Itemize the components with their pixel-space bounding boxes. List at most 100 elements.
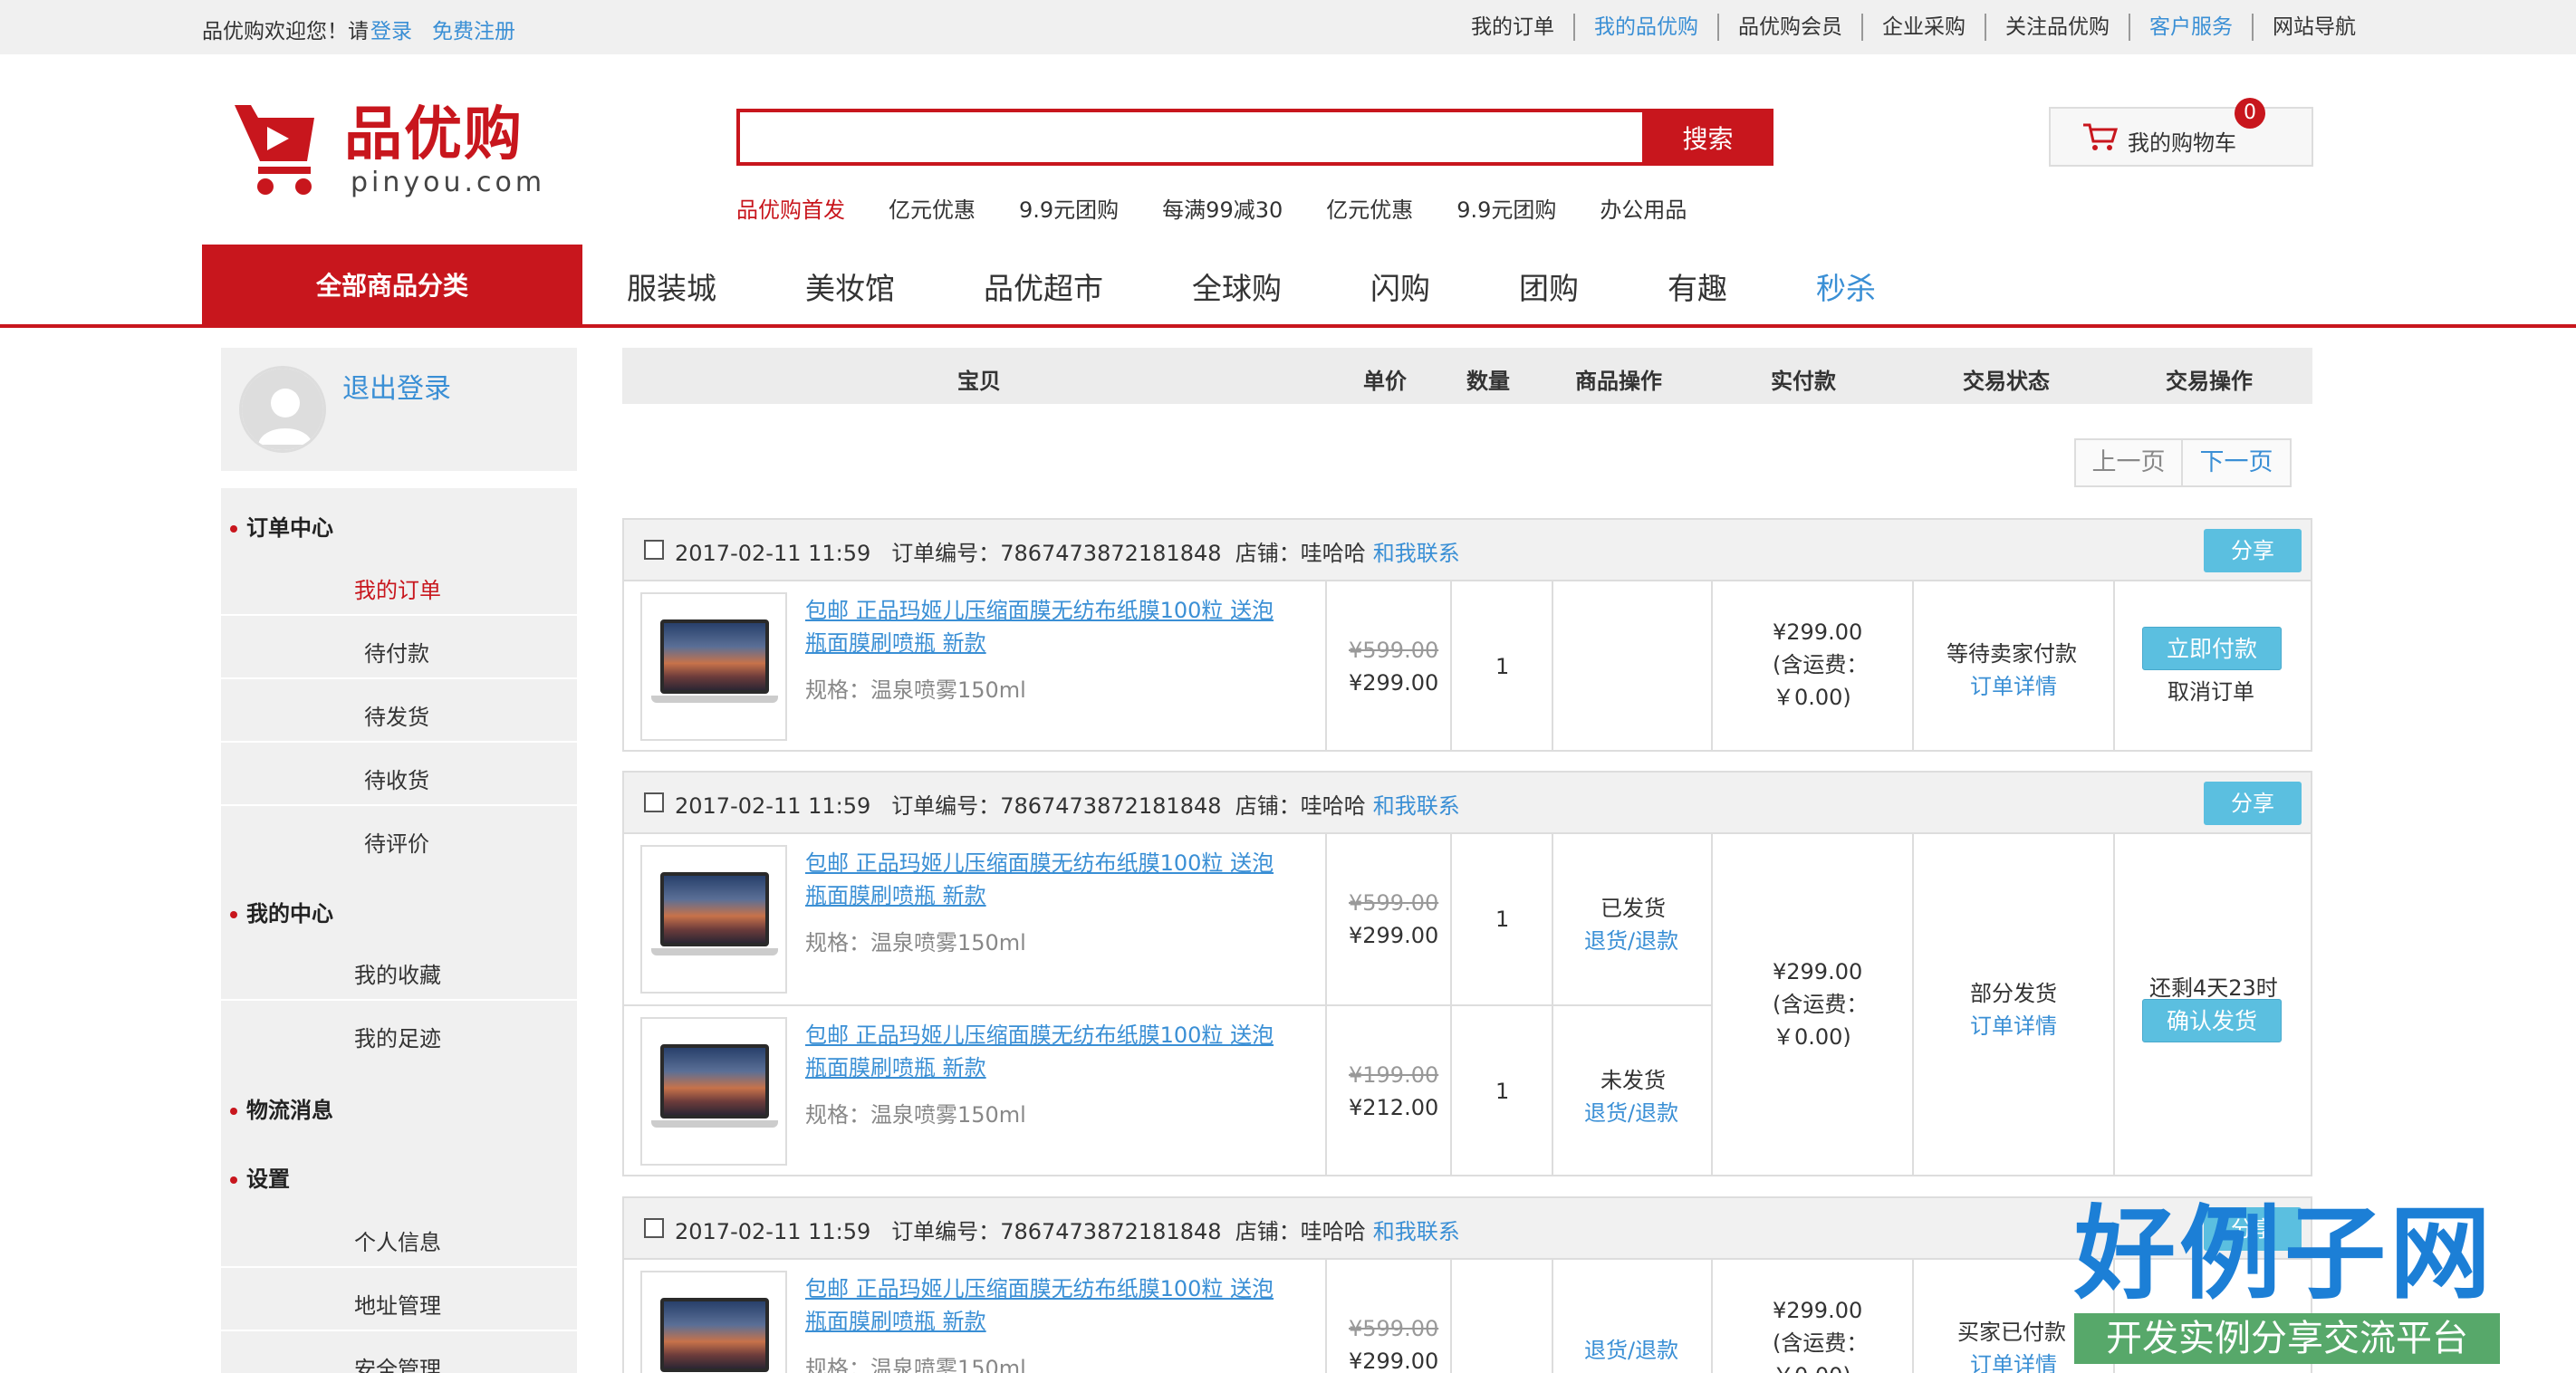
column-divider [1912, 580, 1914, 750]
order-number-label: 订单编号： [891, 541, 1001, 566]
product-spec: 规格：温泉喷雾150ml [805, 1102, 1026, 1128]
product-thumbnail[interactable] [640, 1017, 787, 1166]
column-header: 商品操作 [1575, 369, 1662, 394]
product-title-link[interactable]: 包邮 正品玛姬儿压缩面膜无纺布纸膜100粒 送泡瓶面膜刷喷瓶 新款 [805, 594, 1276, 659]
sidebar-item-profile[interactable]: 个人信息 [221, 1206, 577, 1268]
hot-keyword[interactable]: 每满99减30 [1162, 192, 1283, 224]
product-title-link[interactable]: 包邮 正品玛姬儿压缩面膜无纺布纸膜100粒 送泡瓶面膜刷喷瓶 新款 [805, 1272, 1276, 1338]
order-status: 买家已付款 [1957, 1320, 2066, 1345]
confirm-shipment-button[interactable]: 确认发货 [2142, 999, 2282, 1042]
bullet-icon [230, 911, 237, 918]
product-title-link[interactable]: 包邮 正品玛姬儿压缩面膜无纺布纸膜100粒 送泡瓶面膜刷喷瓶 新款 [805, 1019, 1276, 1084]
order-detail-link[interactable]: 订单详情 [1970, 1347, 2057, 1373]
top-nav-enterprise[interactable]: 企业采购 [1861, 14, 1985, 41]
nav-link[interactable]: 有趣 [1668, 264, 1727, 308]
login-link[interactable]: 登录 [370, 20, 412, 43]
search-button[interactable]: 搜索 [1642, 109, 1773, 166]
hot-keyword[interactable]: 9.9元团购 [1019, 192, 1119, 224]
share-button[interactable]: 分享 [2204, 529, 2302, 572]
item-status: 未发货 [1600, 1068, 1666, 1093]
unit-price: ¥299.00 [1349, 670, 1439, 696]
top-nav-my-pinyou[interactable]: 我的品优购 [1573, 14, 1717, 41]
sidebar-item-footprints[interactable]: 我的足迹 [221, 1003, 577, 1064]
cart-button[interactable]: 我的购物车 0 [2049, 98, 2313, 167]
laptop-image [660, 1044, 769, 1119]
nav-link-seckill[interactable]: 秒杀 [1816, 264, 1876, 308]
sidebar-item-pending-payment[interactable]: 待付款 [221, 618, 577, 679]
paid-amount-block: ¥299.00 (含运费： ￥0.00) [1773, 616, 1868, 714]
hot-keyword[interactable]: 亿元优惠 [1326, 192, 1413, 224]
hot-keyword[interactable]: 办公用品 [1600, 192, 1687, 224]
pay-now-button[interactable]: 立即付款 [2142, 627, 2282, 670]
logout-link[interactable]: 退出登录 [342, 366, 451, 406]
top-nav-follow[interactable]: 关注品优购 [1985, 14, 2129, 41]
contact-seller-link[interactable]: 和我联系 [1373, 793, 1460, 819]
share-button[interactable]: 分享 [2204, 782, 2302, 825]
sidebar-item-address[interactable]: 地址管理 [221, 1270, 577, 1331]
contact-seller-link[interactable]: 和我联系 [1373, 1219, 1460, 1244]
product-thumbnail[interactable] [640, 845, 787, 994]
watermark-badge: 好例子网 开发实例分享交流平台 [2074, 1195, 2509, 1373]
top-nav-site-map[interactable]: 网站导航 [2252, 14, 2375, 41]
cancel-order-link[interactable]: 取消订单 [2167, 674, 2254, 706]
sidebar-item-label: 待发货 [364, 705, 429, 730]
sidebar-item-pending-shipment[interactable]: 待发货 [221, 681, 577, 743]
hot-keyword[interactable]: 9.9元团购 [1456, 192, 1556, 224]
cart-label: 我的购物车 [2128, 130, 2236, 156]
prev-page-button[interactable]: 上一页 [2074, 438, 2183, 487]
column-divider [1912, 832, 1914, 1175]
product-title-link[interactable]: 包邮 正品玛姬儿压缩面膜无纺布纸膜100粒 送泡瓶面膜刷喷瓶 新款 [805, 847, 1276, 912]
refund-link[interactable]: 退货/退款 [1584, 1095, 1678, 1127]
order-checkbox[interactable] [644, 540, 664, 560]
product-thumbnail[interactable] [640, 1271, 787, 1373]
hot-keyword[interactable]: 品优购首发 [736, 192, 845, 224]
next-page-button[interactable]: 下一页 [2183, 438, 2292, 487]
hot-keyword[interactable]: 亿元优惠 [889, 192, 976, 224]
sidebar-item-my-orders[interactable]: 我的订单 [221, 554, 577, 616]
order-detail-link[interactable]: 订单详情 [1970, 1008, 2057, 1040]
sidebar-item-label: 我的收藏 [354, 963, 441, 988]
order-checkbox[interactable] [644, 792, 664, 812]
sidebar-item-security[interactable]: 安全管理 [221, 1333, 577, 1373]
order-detail-link[interactable]: 订单详情 [1970, 668, 2057, 700]
avatar[interactable] [239, 366, 326, 453]
nav-link[interactable]: 团购 [1519, 264, 1579, 308]
original-price: ¥599.00 [1349, 1316, 1439, 1341]
top-nav: 我的订单 我的品优购 品优购会员 企业采购 关注品优购 客户服务 网站导航 [1452, 14, 2375, 41]
refund-link[interactable]: 退货/退款 [1584, 1332, 1678, 1364]
brand-name: 品优购 [344, 101, 524, 168]
watermark-subtitle: 开发实例分享交流平台 [2074, 1313, 2500, 1364]
order-date: 2017-02-11 [675, 1219, 802, 1244]
section-title: 设置 [246, 1167, 290, 1192]
nav-link[interactable]: 服装城 [627, 264, 716, 308]
sidebar-item-favorites[interactable]: 我的收藏 [221, 939, 577, 1001]
register-link[interactable]: 免费注册 [432, 20, 515, 43]
product-spec: 规格：温泉喷雾150ml [805, 930, 1026, 955]
top-nav-my-orders[interactable]: 我的订单 [1452, 14, 1573, 41]
nav-link[interactable]: 品优超市 [984, 264, 1103, 308]
laptop-base [651, 1120, 778, 1128]
nav-link[interactable]: 美妆馆 [805, 264, 895, 308]
top-nav-customer-service[interactable]: 客户服务 [2129, 14, 2252, 41]
shipping-fee: ￥0.00) [1773, 685, 1851, 710]
sidebar-section-logistics[interactable]: 物流消息 [230, 1092, 333, 1124]
sidebar-section-orders: 订单中心 [230, 510, 333, 542]
site-logo[interactable]: 品优购 pinyou.com [231, 98, 548, 205]
nav-link[interactable]: 全球购 [1192, 264, 1282, 308]
product-thumbnail[interactable] [640, 592, 787, 741]
product-row: 包邮 正品玛姬儿压缩面膜无纺布纸膜100粒 送泡瓶面膜刷喷瓶 新款 规格：温泉喷… [624, 832, 2311, 1006]
shop-name: 哇哈哈 [1300, 1219, 1366, 1244]
order-checkbox[interactable] [644, 1218, 664, 1238]
search-input[interactable] [736, 109, 1644, 166]
all-categories-button[interactable]: 全部商品分类 [202, 245, 582, 328]
paid-amount: ¥299.00 [1773, 619, 1863, 645]
refund-link[interactable]: 退货/退款 [1584, 923, 1678, 955]
order-card: 2017-02-11 11:59 订单编号：7867473872181848 店… [622, 771, 2312, 1176]
contact-seller-link[interactable]: 和我联系 [1373, 541, 1460, 566]
nav-link[interactable]: 闪购 [1370, 264, 1430, 308]
top-nav-member[interactable]: 品优购会员 [1717, 14, 1861, 41]
sidebar-item-pending-receipt[interactable]: 待收货 [221, 744, 577, 806]
sidebar-item-pending-review[interactable]: 待评价 [221, 808, 577, 869]
section-title: 订单中心 [246, 515, 333, 541]
search-bar: 搜索 [736, 109, 1773, 166]
